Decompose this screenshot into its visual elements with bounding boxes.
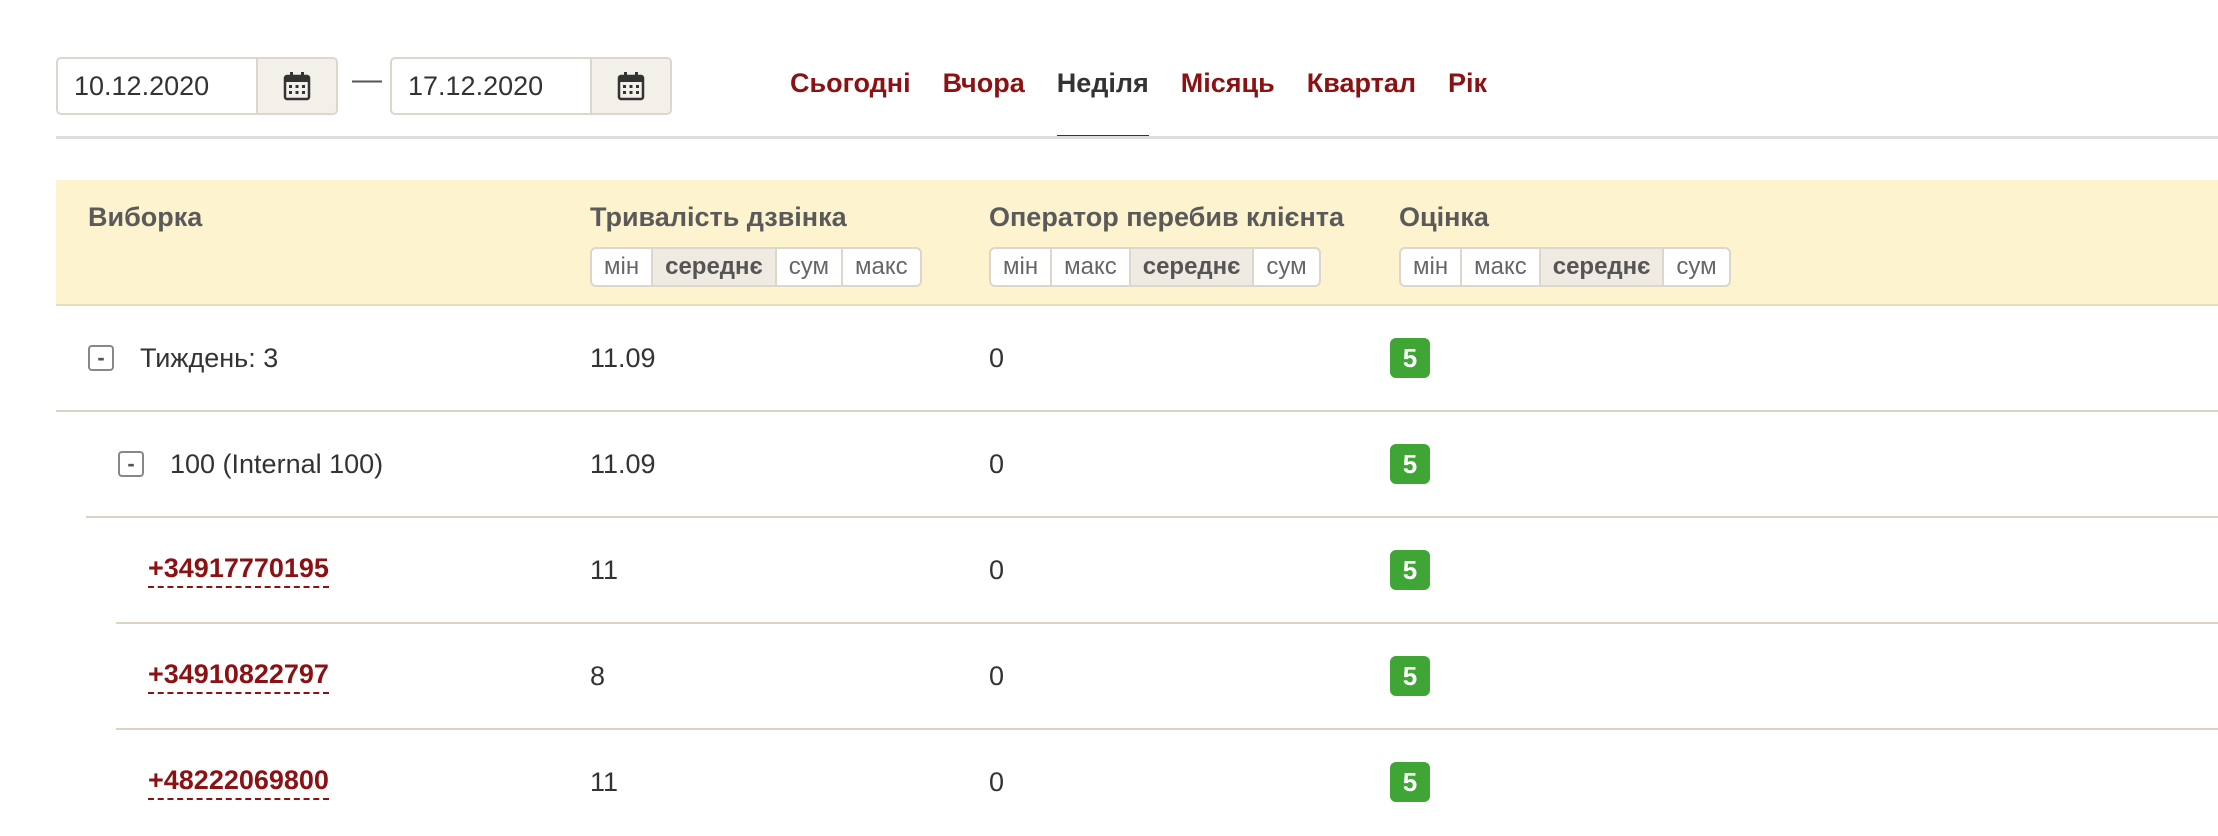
- rating-badge: 5: [1390, 762, 1430, 802]
- phone-link[interactable]: +34910822797: [148, 659, 329, 694]
- date-from-picker[interactable]: 10.12.2020: [56, 57, 338, 115]
- table-row: +34910822797 8 0 5: [116, 624, 2218, 730]
- phone-link[interactable]: +48222069800: [148, 765, 329, 800]
- collapse-toggle[interactable]: -: [118, 451, 144, 477]
- rating-badge: 5: [1390, 444, 1430, 484]
- interrupted-value: 0: [989, 342, 1005, 373]
- agg-max[interactable]: макс: [1052, 249, 1131, 285]
- tab-today[interactable]: Сьогодні: [790, 68, 911, 139]
- duration-value: 11.09: [590, 342, 656, 373]
- agg-max[interactable]: макс: [843, 249, 920, 285]
- duration-value: 11: [590, 554, 619, 585]
- duration-aggregator: мін середнє сум макс: [590, 247, 922, 287]
- row-label: +48222069800: [148, 730, 329, 834]
- row-label: - 100 (Internal 100): [118, 412, 383, 516]
- agg-min[interactable]: мін: [1401, 249, 1463, 285]
- interrupted-value: 0: [989, 448, 1005, 479]
- table-header: Виборка Тривалість дзвінка мін середнє с…: [56, 180, 2218, 306]
- tab-week[interactable]: Неділя: [1056, 68, 1149, 139]
- rating-cell: 5: [1390, 518, 1430, 622]
- agg-avg[interactable]: середнє: [1130, 249, 1255, 285]
- duration-value: 11.09: [590, 448, 656, 479]
- rating-badge: 5: [1390, 550, 1430, 590]
- interrupted-value: 0: [989, 766, 1005, 797]
- agg-sum[interactable]: сум: [777, 249, 844, 285]
- agg-sum[interactable]: сум: [1664, 249, 1728, 285]
- duration-value: 11: [590, 766, 619, 797]
- rating-badge: 5: [1390, 656, 1430, 696]
- agg-min[interactable]: мін: [592, 249, 654, 285]
- row-label: +34910822797: [148, 624, 329, 728]
- rating-aggregator: мін макс середнє сум: [1399, 247, 1731, 287]
- subgroup-label: 100 (Internal 100): [170, 448, 384, 479]
- agg-sum[interactable]: сум: [1254, 249, 1318, 285]
- interrupted-value: 0: [989, 660, 1005, 691]
- tab-yesterday[interactable]: Вчора: [943, 68, 1025, 139]
- tab-quarter[interactable]: Квартал: [1307, 68, 1416, 139]
- collapse-toggle[interactable]: -: [88, 345, 114, 371]
- tabs-divider: [56, 136, 2218, 139]
- row-label: +34917770195: [148, 518, 329, 622]
- agg-min[interactable]: мін: [991, 249, 1053, 285]
- date-to-picker[interactable]: 17.12.2020: [390, 57, 672, 115]
- calendar-icon[interactable]: [592, 59, 670, 113]
- phone-link[interactable]: +34917770195: [148, 553, 329, 588]
- column-sample: Виборка: [88, 202, 203, 232]
- table-row: - Тиждень: 3 11.09 0 5: [56, 306, 2218, 412]
- table-row: +34917770195 11 0 5: [116, 518, 2218, 624]
- agg-avg[interactable]: середнє: [653, 249, 777, 285]
- agg-max[interactable]: макс: [1462, 249, 1541, 285]
- interrupted-aggregator: мін макс середнє сум: [989, 247, 1321, 287]
- calendar-icon[interactable]: [258, 59, 336, 113]
- date-from-input[interactable]: 10.12.2020: [58, 59, 258, 113]
- date-separator: —: [352, 63, 382, 96]
- date-to-input[interactable]: 17.12.2020: [392, 59, 592, 113]
- tab-month[interactable]: Місяць: [1181, 68, 1275, 139]
- column-rating: Оцінка: [1399, 202, 1489, 232]
- agg-avg[interactable]: середнє: [1540, 249, 1665, 285]
- tab-year[interactable]: Рік: [1448, 68, 1487, 139]
- rating-cell: 5: [1390, 730, 1430, 834]
- rating-cell: 5: [1390, 412, 1430, 516]
- row-label: - Тиждень: 3: [88, 306, 278, 410]
- table-row: - 100 (Internal 100) 11.09 0 5: [86, 412, 2218, 518]
- rating-cell: 5: [1390, 306, 1430, 410]
- column-duration: Тривалість дзвінка: [590, 202, 847, 232]
- interrupted-value: 0: [989, 554, 1005, 585]
- column-interrupted: Оператор перебив клієнта: [989, 202, 1344, 232]
- rating-cell: 5: [1390, 624, 1430, 728]
- rating-badge: 5: [1390, 338, 1430, 378]
- period-tabs: Сьогодні Вчора Неділя Місяць Квартал Рік: [790, 68, 1519, 139]
- duration-value: 8: [590, 660, 606, 691]
- group-label: Тиждень: 3: [140, 342, 279, 373]
- table-row: +48222069800 11 0 5: [116, 730, 2218, 836]
